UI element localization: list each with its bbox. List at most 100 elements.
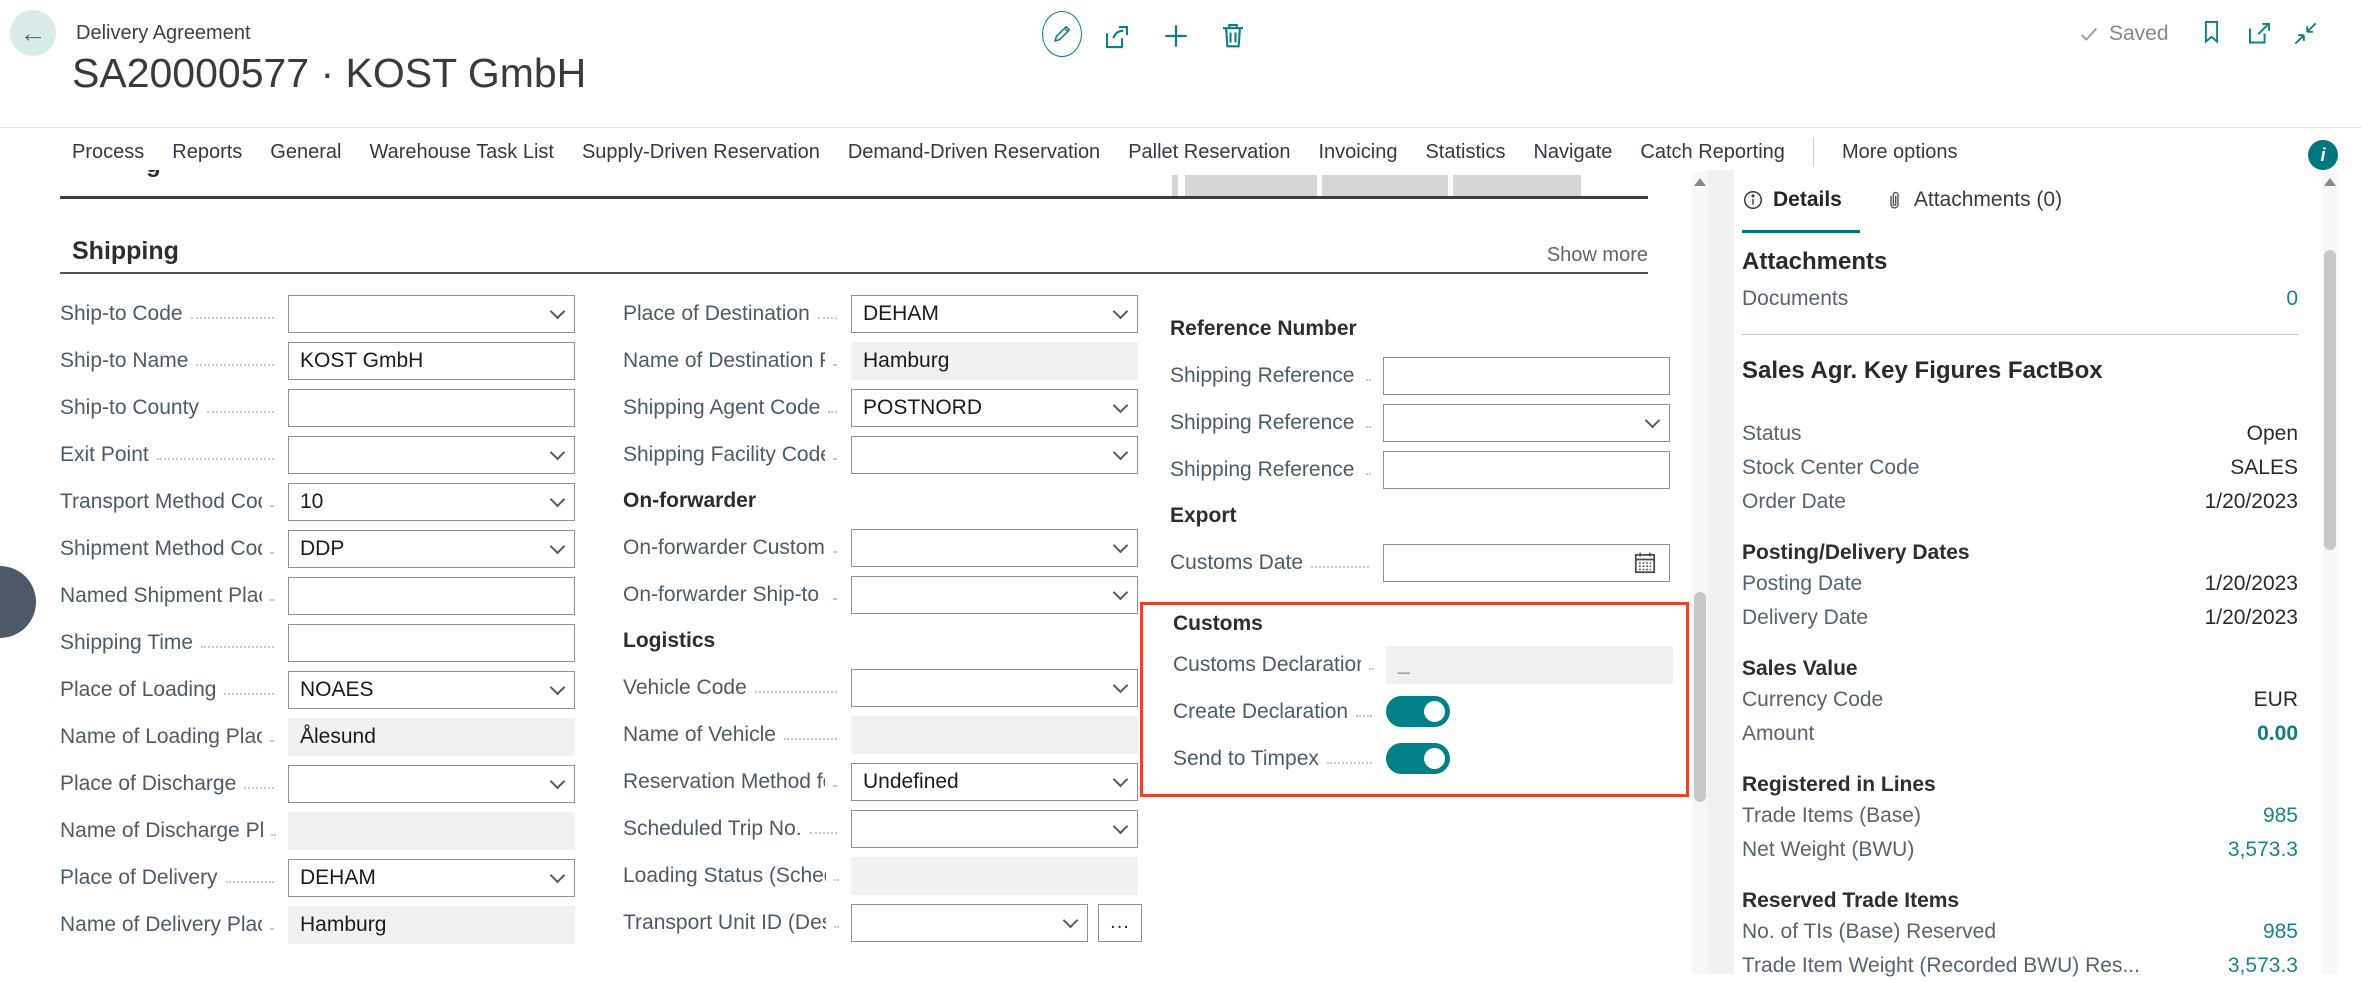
group-heading-customs: Customs — [1173, 607, 1670, 641]
field-label: Ship-to Code — [60, 302, 183, 326]
show-more-link[interactable]: Show more — [60, 244, 1648, 267]
tab-warehouse-task-list[interactable]: Warehouse Task List — [369, 141, 554, 164]
tab-pallet-reservation[interactable]: Pallet Reservation — [1128, 141, 1290, 164]
select-place-of-delivery[interactable]: DEHAM — [288, 859, 575, 897]
factbox-section-posting-delivery-dates: Posting/Delivery DatesPosting Date1/20/2… — [1742, 541, 2298, 635]
chevron-down-icon — [1113, 584, 1129, 600]
factbox-row-amount: Amount0.00 — [1742, 717, 2298, 751]
dotted-leader — [207, 411, 274, 413]
input-shipping-reference-no[interactable] — [1383, 357, 1670, 395]
factbox-label: Order Date — [1742, 490, 1846, 514]
factbox-scrollbar[interactable] — [2322, 172, 2338, 974]
input-ship-to-name[interactable]: KOST GmbH — [288, 342, 575, 380]
group-heading-on-forwarder: On-forwarder — [623, 478, 1138, 524]
scrollbar-thumb[interactable] — [1694, 592, 1706, 802]
select-shipment-method-code[interactable]: DDP — [288, 530, 575, 568]
select-shipping-agent-code[interactable]: POSTNORD — [851, 389, 1138, 427]
tab-attachments[interactable]: Attachments (0) — [1884, 188, 2062, 212]
shipping-column-1: Ship-to CodeShip-to NameKOST GmbHShip-to… — [60, 290, 575, 948]
field-row-create-declaration: Create Declaration — [1173, 688, 1670, 735]
more-options-button[interactable]: More options — [1842, 141, 1958, 164]
input-shipping-time[interactable] — [288, 624, 575, 662]
factbox-value[interactable]: 3,573.3 — [2228, 954, 2298, 978]
select-reservation-method-fo[interactable]: Undefined — [851, 763, 1138, 801]
assist-edit-button[interactable]: ... — [1098, 904, 1142, 942]
new-button[interactable] — [1160, 20, 1192, 52]
factbox-value[interactable]: 0 — [2286, 287, 2298, 311]
info-circle-icon — [1742, 189, 1764, 211]
tab-supply-driven-reservation[interactable]: Supply-Driven Reservation — [582, 141, 820, 164]
scroll-up-arrow-icon[interactable] — [1694, 178, 1706, 186]
select-place-of-discharge[interactable] — [288, 765, 575, 803]
input-customs-date[interactable] — [1383, 544, 1670, 582]
readonly-name-of-discharge-pla — [288, 812, 575, 850]
tab-general[interactable]: General — [270, 141, 341, 164]
input-shipping-reference-co[interactable] — [1383, 451, 1670, 489]
select-scheduled-trip-no[interactable] — [851, 810, 1138, 848]
field-label: Shipment Method Code — [60, 537, 262, 561]
factbox-row-trade-item-weight-recorded-bwu-res: Trade Item Weight (Recorded BWU) Res...3… — [1742, 949, 2298, 983]
factbox-value[interactable]: 0.00 — [2257, 722, 2298, 746]
tab-demand-driven-reservation[interactable]: Demand-Driven Reservation — [848, 141, 1100, 164]
tab-reports[interactable]: Reports — [172, 141, 242, 164]
toggle-create-declaration[interactable] — [1386, 696, 1450, 727]
field-row-shipment-method-code: Shipment Method Code DDP — [60, 525, 575, 572]
field-label: Transport Unit ID (Desi... — [623, 911, 826, 935]
select-shipping-facility-code[interactable] — [851, 436, 1138, 474]
select-ship-to-code[interactable] — [288, 295, 575, 333]
factbox-value[interactable]: 985 — [2263, 804, 2298, 828]
calendar-button[interactable] — [1632, 550, 1658, 576]
dotted-leader — [784, 738, 837, 740]
edit-button[interactable] — [1042, 11, 1082, 57]
tab-invoicing[interactable]: Invoicing — [1319, 141, 1398, 164]
table-header-remnant — [1322, 175, 1448, 197]
main-scrollbar[interactable] — [1692, 172, 1708, 974]
tab-catch-reporting[interactable]: Catch Reporting — [1640, 141, 1785, 164]
field-label: Customs Declaration ... — [1173, 653, 1361, 677]
bookmark-button[interactable] — [2198, 18, 2225, 45]
select-vehicle-code[interactable] — [851, 669, 1138, 707]
dotted-leader — [834, 926, 838, 928]
toggle-send-to-timpex[interactable] — [1386, 743, 1450, 774]
delete-button[interactable] — [1218, 20, 1248, 50]
share-button[interactable] — [1102, 22, 1132, 52]
info-icon[interactable]: i — [2308, 140, 2338, 170]
tab-navigate[interactable]: Navigate — [1533, 141, 1612, 164]
tab-details[interactable]: Details — [1742, 188, 1842, 212]
field-row-scheduled-trip-no: Scheduled Trip No. — [623, 805, 1138, 852]
select-transport-method-code[interactable]: 10 — [288, 483, 575, 521]
back-button[interactable]: ← — [10, 10, 56, 56]
scrollbar-thumb[interactable] — [2324, 250, 2336, 550]
chevron-down-icon — [550, 538, 566, 554]
field-value: KOST GmbH — [300, 349, 423, 373]
select-on-forwarder-ship-to[interactable] — [851, 576, 1138, 614]
input-ship-to-county[interactable] — [288, 389, 575, 427]
tab-process[interactable]: Process — [72, 141, 144, 164]
collapse-button[interactable] — [2292, 20, 2319, 47]
factbox-row-currency-code: Currency CodeEUR — [1742, 683, 2298, 717]
side-nav-handle[interactable] — [0, 566, 36, 638]
factbox-label: Trade Items (Base) — [1742, 804, 1921, 828]
input-named-shipment-place[interactable] — [288, 577, 575, 615]
field-value: Ålesund — [300, 725, 376, 749]
field-value: Undefined — [863, 770, 959, 794]
select-exit-point[interactable] — [288, 436, 575, 474]
select-shipping-reference-ty[interactable] — [1383, 404, 1670, 442]
select-place-of-destination[interactable]: DEHAM — [851, 295, 1138, 333]
factbox-tabs: Details Attachments (0) — [1742, 188, 2062, 212]
factbox-value[interactable]: 985 — [2263, 920, 2298, 944]
open-in-window-button[interactable] — [2246, 20, 2273, 47]
scroll-up-arrow-icon[interactable] — [2324, 178, 2336, 186]
field-label: Name of Destination P... — [623, 349, 825, 373]
select-transport-unit-id-desi[interactable] — [851, 904, 1088, 942]
field-row-place-of-loading: Place of LoadingNOAES — [60, 666, 575, 713]
factbox-row-trade-items-base: Trade Items (Base) 985 — [1742, 799, 2298, 833]
field-row-vehicle-code: Vehicle Code — [623, 664, 1138, 711]
dotted-leader — [1311, 566, 1369, 568]
factbox-value[interactable]: 3,573.3 — [2228, 838, 2298, 862]
select-on-forwarder-custom[interactable] — [851, 529, 1138, 567]
select-place-of-loading[interactable]: NOAES — [288, 671, 575, 709]
factbox-heading: Attachments — [1742, 248, 2298, 282]
dotted-leader — [1327, 762, 1372, 764]
tab-statistics[interactable]: Statistics — [1425, 141, 1505, 164]
